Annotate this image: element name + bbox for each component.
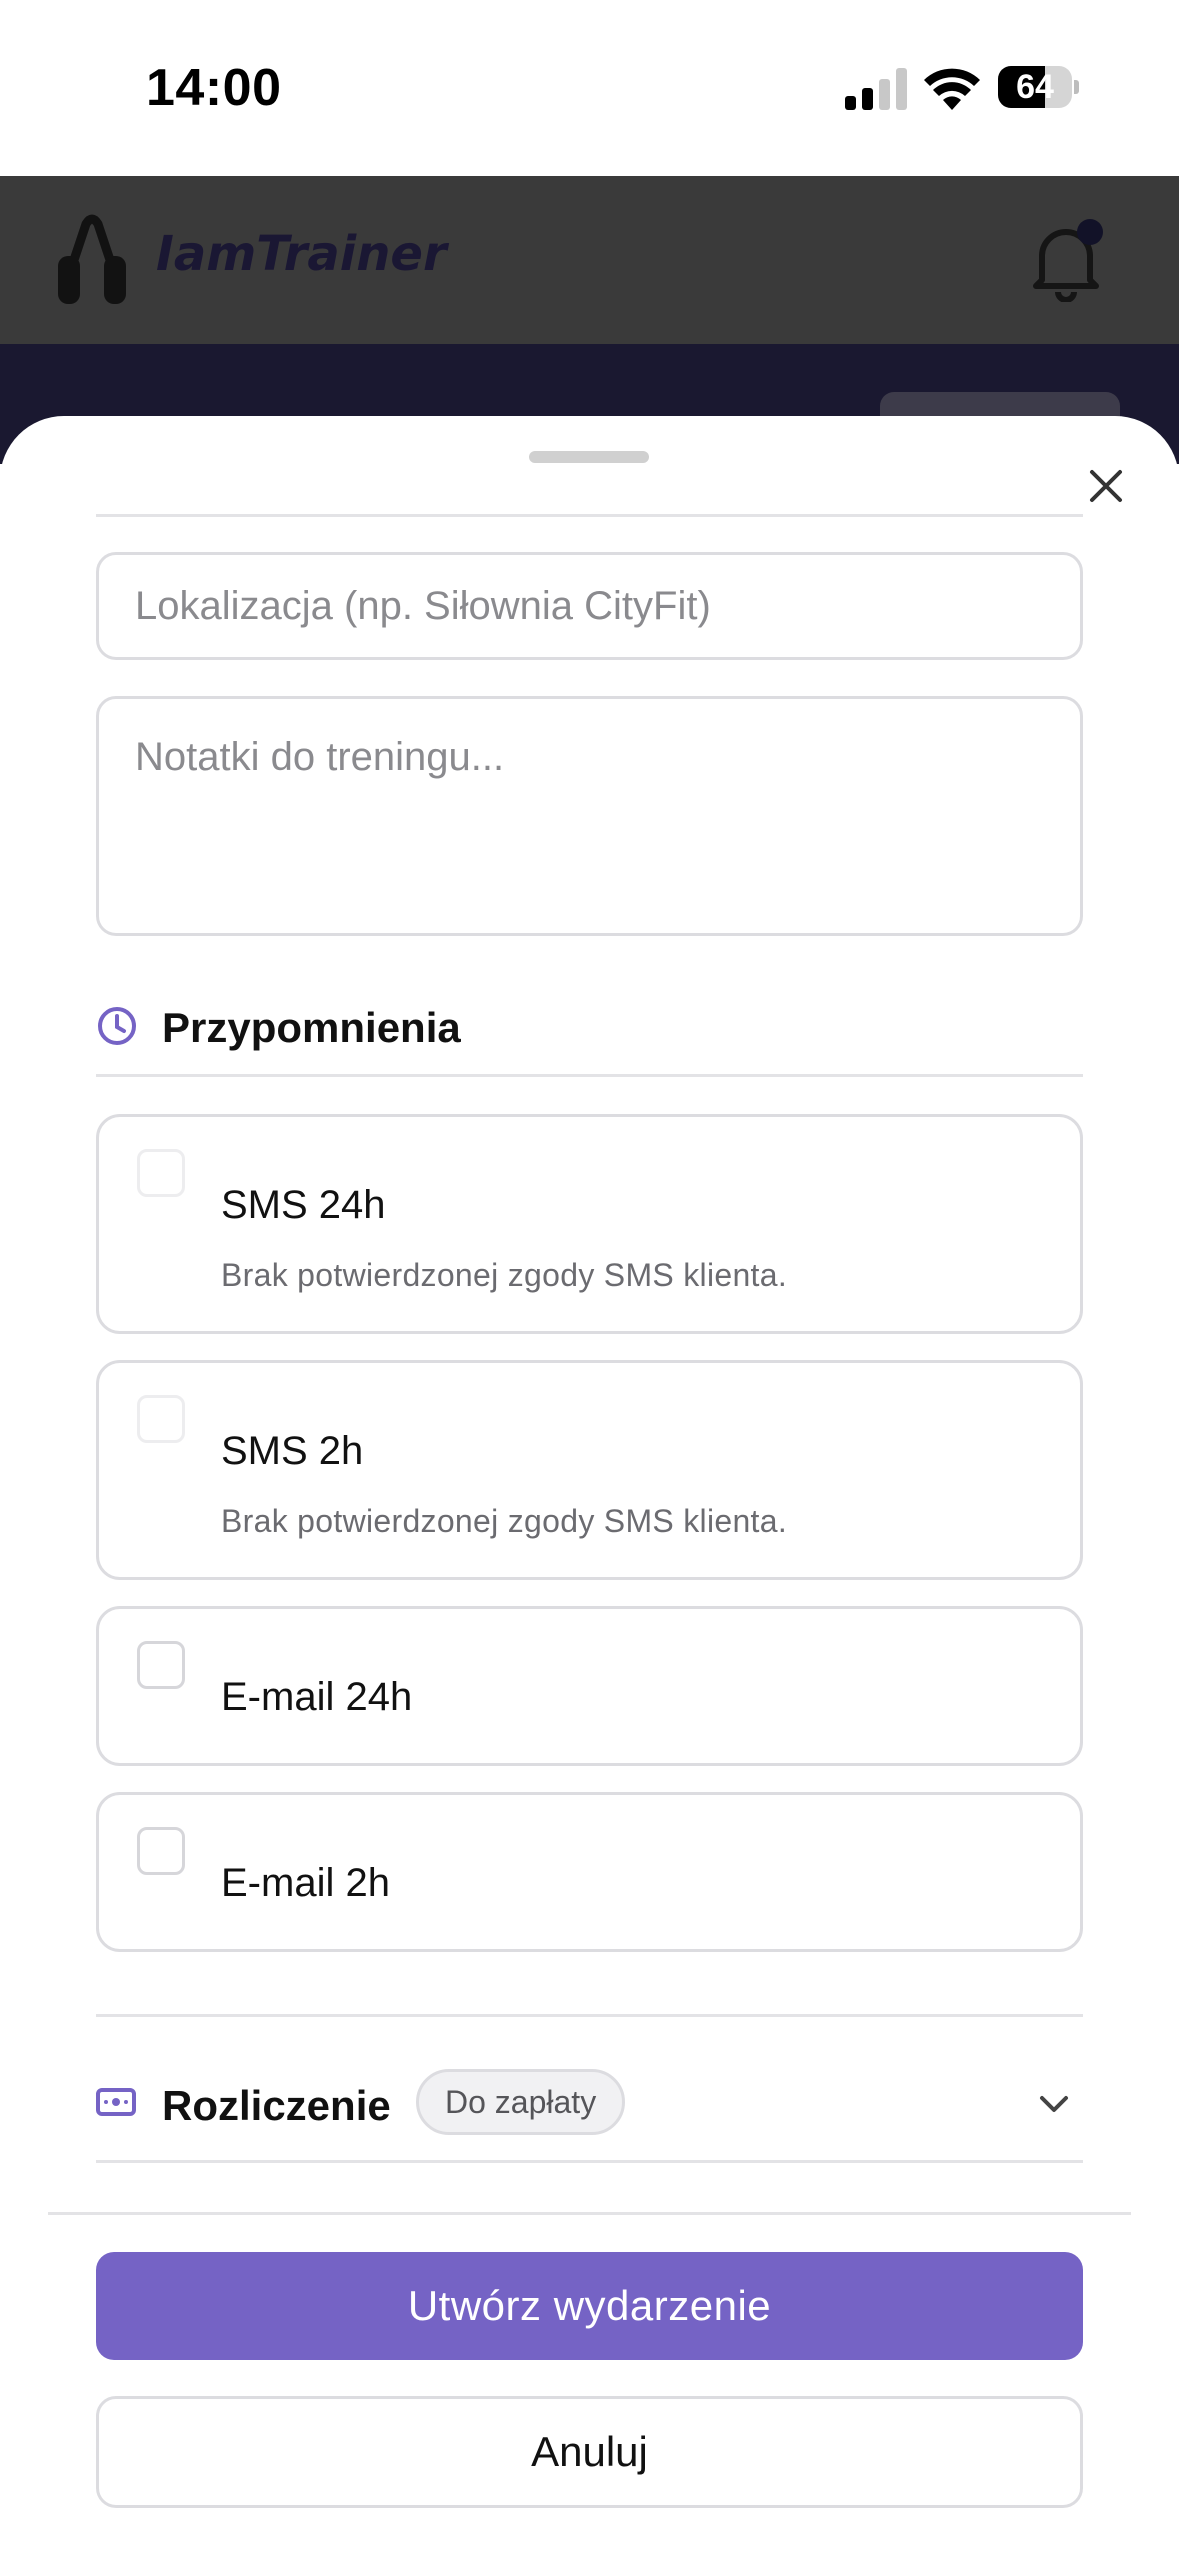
reminders-title: Przypomnienia — [162, 1004, 461, 1051]
app-header: IamTrainer — [0, 176, 1179, 344]
create-event-sheet: Przypomnienia SMS 24h Brak potwierdzonej… — [0, 416, 1179, 2556]
reminder-checkbox[interactable] — [137, 1149, 185, 1197]
reminder-email-24h[interactable]: E-mail 24h — [96, 1606, 1083, 1766]
chevron-down-icon[interactable] — [1034, 2084, 1074, 2124]
reminder-label: SMS 2h — [221, 1429, 364, 1473]
battery-percent: 64 — [1016, 68, 1054, 106]
close-icon[interactable] — [1086, 466, 1126, 506]
signal-icon — [845, 68, 907, 110]
reminders-section-header: Przypomnienia — [96, 990, 1083, 1060]
section-divider — [96, 2160, 1083, 2163]
status-badge: Do zapłaty — [416, 2069, 626, 2135]
status-bar: 14:00 64 — [0, 0, 1179, 176]
section-divider — [96, 514, 1083, 517]
reminder-sms-2h[interactable]: SMS 2h Brak potwierdzonej zgody SMS klie… — [96, 1360, 1083, 1580]
battery-icon: 64 — [998, 66, 1079, 108]
bell-icon[interactable] — [1028, 216, 1104, 302]
sheet-drag-handle[interactable] — [529, 451, 649, 463]
reminder-label: E-mail 2h — [221, 1861, 390, 1905]
app-name: IamTrainer — [156, 226, 447, 282]
reminder-note: Brak potwierdzonej zgody SMS klienta. — [221, 1503, 788, 1539]
footer-divider — [48, 2212, 1131, 2215]
reminder-checkbox[interactable] — [137, 1395, 185, 1443]
section-divider — [96, 2014, 1083, 2017]
billing-title: Rozliczenie — [162, 2082, 391, 2129]
section-divider — [96, 1074, 1083, 1077]
status-time: 14:00 — [146, 59, 282, 117]
reminder-sms-24h[interactable]: SMS 24h Brak potwierdzonej zgody SMS kli… — [96, 1114, 1083, 1334]
wifi-icon — [924, 68, 980, 110]
location-input[interactable] — [96, 552, 1083, 660]
create-event-button[interactable]: Utwórz wydarzenie — [96, 2252, 1083, 2360]
reminder-checkbox[interactable] — [137, 1641, 185, 1689]
hand-grip-icon — [58, 214, 126, 304]
reminder-note: Brak potwierdzonej zgody SMS klienta. — [221, 1257, 788, 1293]
billing-section-toggle[interactable]: Rozliczenie Do zapłaty — [96, 2060, 1083, 2150]
clock-icon — [98, 1007, 136, 1045]
reminder-checkbox[interactable] — [137, 1827, 185, 1875]
reminder-label: SMS 24h — [221, 1183, 386, 1227]
cancel-button[interactable]: Anuluj — [96, 2396, 1083, 2508]
notes-textarea[interactable] — [96, 696, 1083, 936]
reminder-label: E-mail 24h — [221, 1675, 413, 1719]
reminder-email-2h[interactable]: E-mail 2h — [96, 1792, 1083, 1952]
banknote-icon — [96, 2088, 136, 2116]
